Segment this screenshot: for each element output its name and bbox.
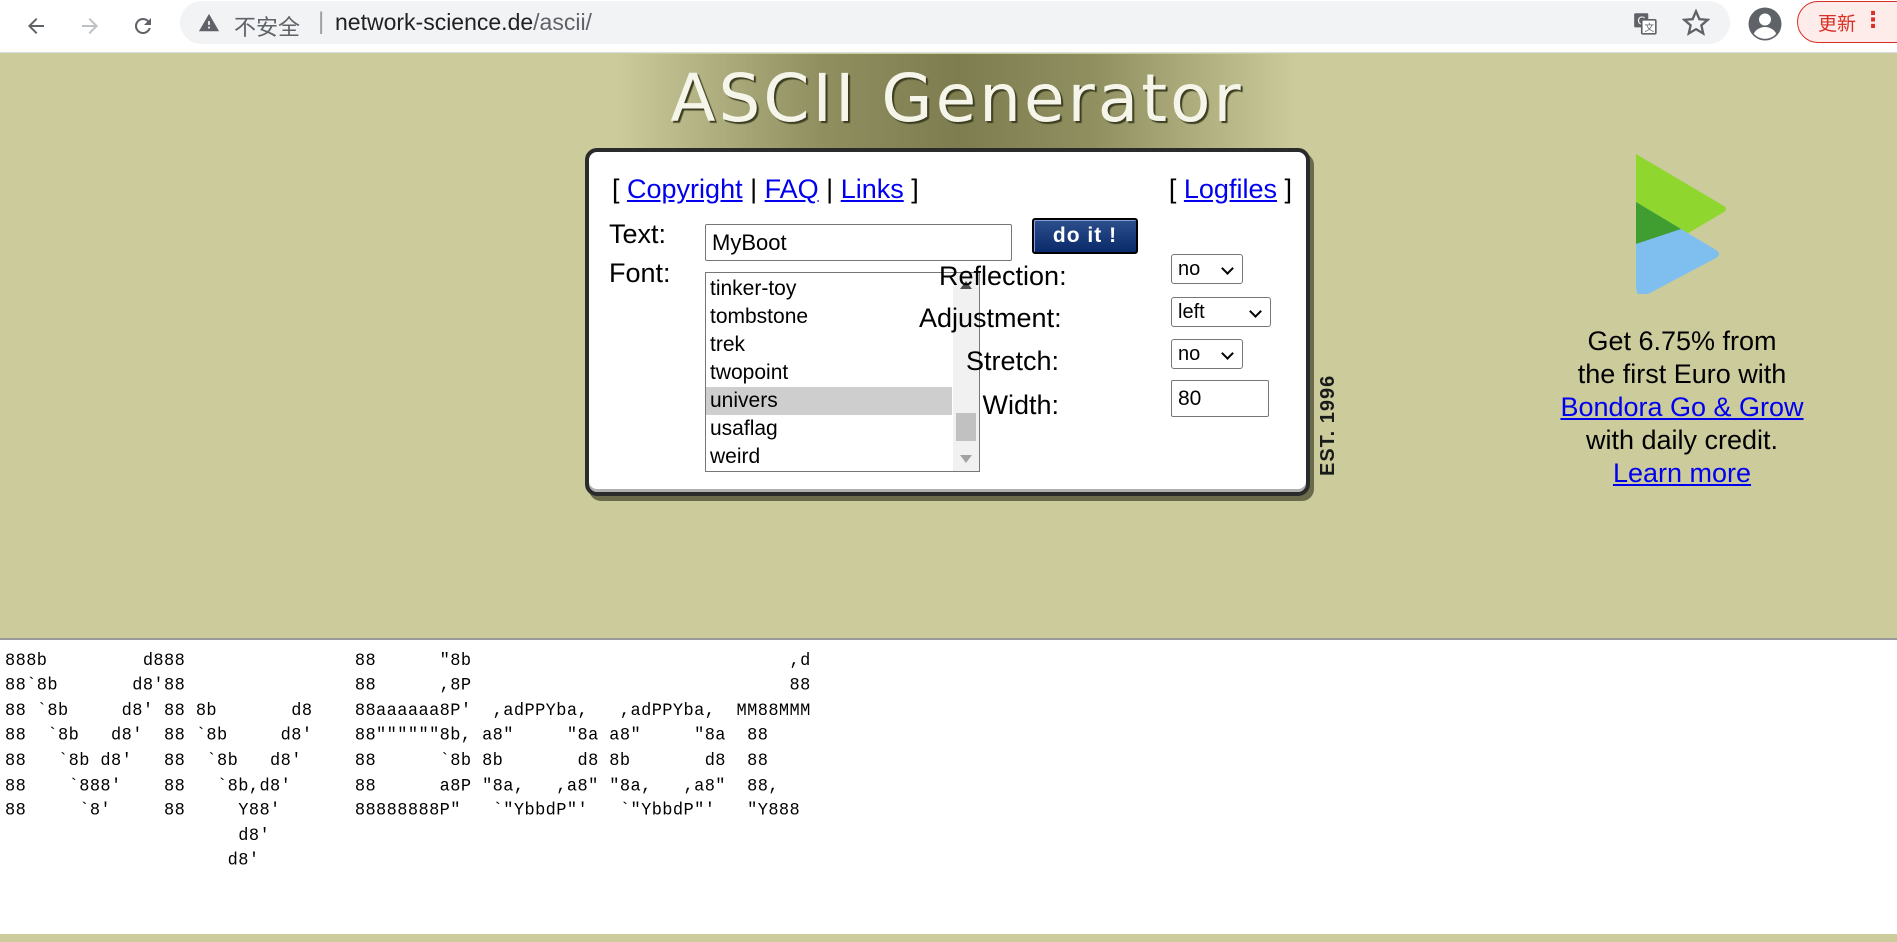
logfiles-nav: [ Logfiles ] — [1169, 174, 1292, 205]
text-input[interactable]: MyBoot — [705, 224, 1012, 261]
font-label: Font: — [609, 258, 671, 288]
ad-text: Get 6.75% from the first Euro with Bondo… — [1530, 325, 1834, 490]
nav-separator: | — [750, 174, 758, 204]
font-option[interactable]: tombstone — [706, 303, 952, 331]
bookmark-star-icon[interactable] — [1682, 9, 1710, 37]
site-title: ASCII Generator — [670, 60, 1244, 137]
stretch-label: Stretch: — [965, 346, 1059, 376]
title-banner: ASCII Generator — [617, 54, 1297, 154]
stretch-select[interactable]: no — [1171, 339, 1243, 369]
ad-line: the first Euro with — [1577, 359, 1787, 389]
est-badge: EST. 1996 — [1317, 374, 1339, 476]
generator-form-panel: [ Copyright | FAQ | Links ] [ Logfiles ]… — [585, 148, 1310, 496]
width-input[interactable]: 80 — [1171, 380, 1269, 417]
top-nav-links: [ Copyright | FAQ | Links ] — [612, 174, 919, 205]
forward-arrow-icon — [82, 18, 98, 34]
update-label: 更新 — [1818, 12, 1857, 35]
reload-icon — [134, 17, 151, 34]
chevron-down-icon — [1221, 347, 1234, 360]
learn-more-link[interactable]: Learn more — [1613, 458, 1751, 488]
page-body: ASCII Generator [ Copyright | FAQ | Link… — [0, 54, 1897, 942]
security-status[interactable]: 不安全 — [234, 10, 300, 42]
adjustment-label: Adjustment: — [919, 303, 1062, 333]
url-path: /ascii/ — [533, 9, 592, 35]
address-separator: | — [318, 8, 325, 35]
update-button[interactable]: 更新 ⋮ — [1797, 1, 1897, 43]
bondora-logo-icon[interactable] — [1636, 154, 1726, 294]
logfiles-link[interactable]: Logfiles — [1184, 174, 1277, 204]
ascii-output-area: 888 d88 888888888a 888b d888 88 "8b ,d 8… — [0, 638, 1897, 934]
do-it-button[interactable]: do it ! — [1032, 218, 1138, 254]
forward-button[interactable] — [70, 6, 110, 46]
browser-toolbar: 不安全 | network-science.de/ascii/ G文 更新 ⋮ — [0, 0, 1897, 53]
translate-icon[interactable]: G文 — [1632, 10, 1658, 36]
reflection-select[interactable]: no — [1171, 254, 1243, 284]
ascii-art-output: 888 d88 888888888a 888b d888 88 "8b ,d 8… — [5, 640, 811, 872]
font-option[interactable]: twopoint — [706, 359, 952, 387]
profile-avatar-icon[interactable] — [1747, 6, 1783, 42]
address-bar[interactable]: 不安全 | network-science.de/ascii/ G文 — [180, 1, 1730, 44]
scroll-down-arrow-icon[interactable] — [960, 455, 972, 463]
warning-icon — [198, 13, 220, 32]
font-options: tinker-toy tombstone trek twopoint unive… — [706, 275, 952, 471]
ad-line: with daily credit. — [1585, 425, 1779, 455]
font-option[interactable]: tinker-toy — [706, 275, 952, 303]
nav-separator: | — [826, 174, 834, 204]
svg-text:文: 文 — [1644, 21, 1654, 34]
menu-dots-icon: ⋮ — [1862, 8, 1884, 33]
font-option[interactable]: weird — [706, 443, 952, 471]
text-input-value: MyBoot — [712, 230, 787, 255]
width-label: Width: — [982, 390, 1059, 420]
adjustment-select[interactable]: left — [1171, 297, 1271, 327]
page-footer-band — [0, 934, 1897, 942]
reflection-value: no — [1178, 258, 1201, 280]
url-text[interactable]: network-science.de/ascii/ — [335, 9, 592, 36]
ad-line: Get 6.75% from — [1587, 326, 1777, 356]
faq-link[interactable]: FAQ — [765, 174, 819, 204]
font-option[interactable]: usaflag — [706, 415, 952, 443]
reflection-label: Reflection: — [939, 261, 1067, 291]
copyright-link[interactable]: Copyright — [627, 174, 743, 204]
bracket-close: ] — [1284, 174, 1292, 204]
chevron-down-icon — [1221, 262, 1234, 275]
back-arrow-icon — [28, 18, 44, 34]
adjustment-value: left — [1178, 301, 1205, 323]
font-option[interactable]: trek — [706, 331, 952, 359]
back-button[interactable] — [16, 6, 56, 46]
stretch-value: no — [1178, 343, 1201, 365]
chevron-down-icon — [1249, 305, 1262, 318]
bracket-open: [ — [612, 174, 620, 204]
reload-button[interactable] — [123, 6, 163, 46]
font-option-selected[interactable]: univers — [706, 387, 952, 415]
text-label: Text: — [609, 219, 667, 249]
url-host: network-science.de — [335, 9, 534, 35]
bracket-open: [ — [1168, 174, 1177, 204]
bracket-close: ] — [911, 174, 919, 204]
bondora-link[interactable]: Bondora Go & Grow — [1560, 392, 1803, 422]
links-link[interactable]: Links — [841, 174, 904, 204]
